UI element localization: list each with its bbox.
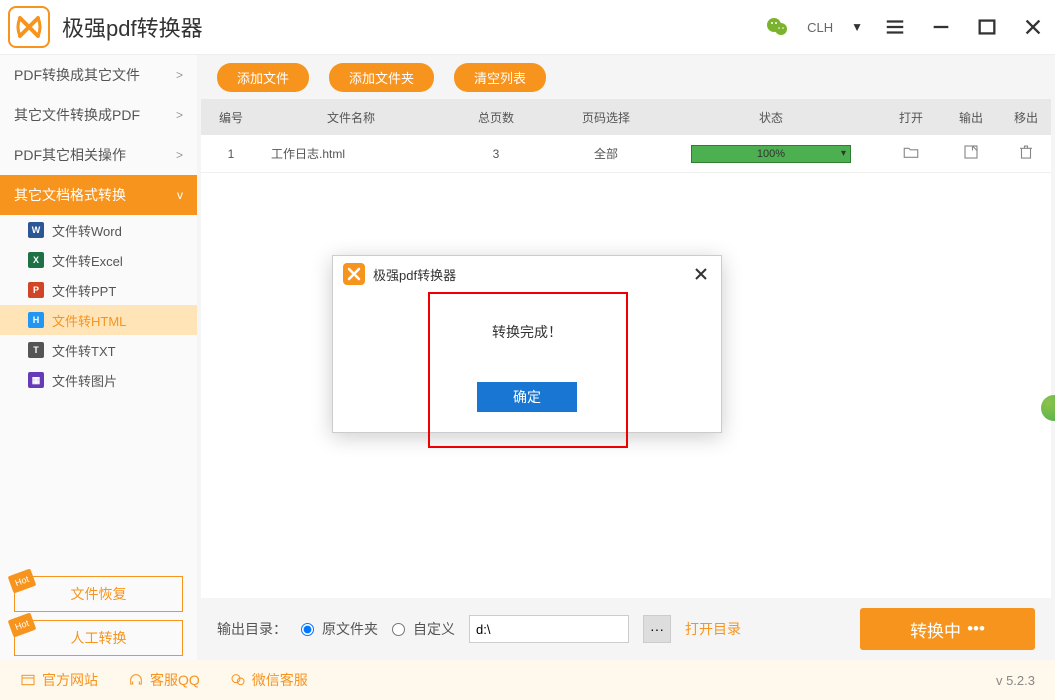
dialog-logo bbox=[343, 263, 365, 285]
dialog-message: 转换完成！ bbox=[353, 322, 701, 342]
completion-dialog: 极强pdf转换器 转换完成！ 确定 bbox=[332, 255, 722, 433]
dialog-header: 极强pdf转换器 bbox=[333, 256, 721, 292]
highlight-box bbox=[428, 292, 628, 448]
modal-overlay: 极强pdf转换器 转换完成！ 确定 bbox=[0, 0, 1055, 700]
dialog-title: 极强pdf转换器 bbox=[373, 265, 691, 284]
dialog-close-button[interactable] bbox=[691, 264, 711, 284]
dialog-ok-button[interactable]: 确定 bbox=[477, 382, 577, 412]
